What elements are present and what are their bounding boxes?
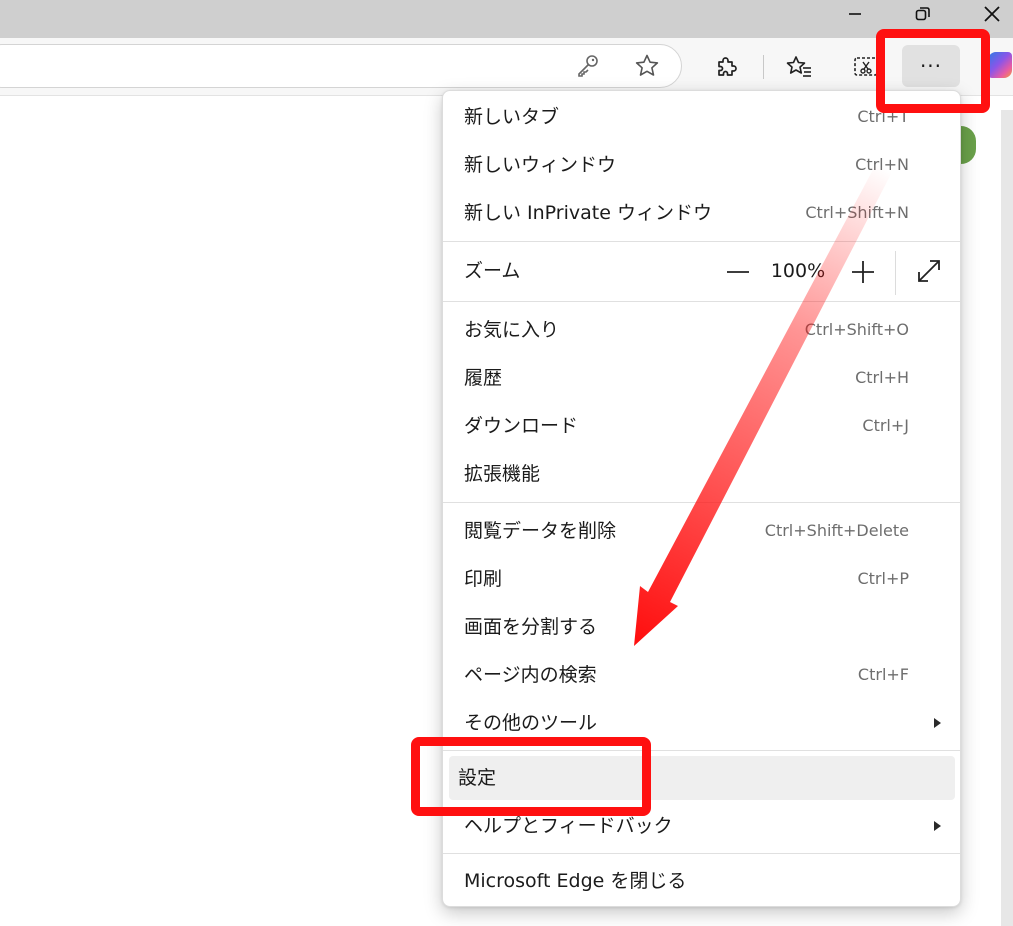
menu-divider bbox=[443, 502, 960, 503]
menu-divider bbox=[443, 241, 960, 242]
zoom-in-icon[interactable] bbox=[848, 256, 878, 286]
favorites-list-icon bbox=[786, 56, 811, 77]
menu-item-extensions[interactable]: 拡張機能 bbox=[449, 452, 955, 496]
menu-item-label: 拡張機能 bbox=[464, 463, 541, 485]
add-favorite-button[interactable] bbox=[627, 46, 667, 86]
zoom-level: 100% bbox=[770, 260, 826, 282]
fullscreen-icon[interactable] bbox=[915, 257, 943, 285]
menu-item-close-edge[interactable]: Microsoft Edge を閉じる bbox=[449, 859, 955, 903]
highlight-box-more-button bbox=[876, 29, 990, 113]
zoom-separator bbox=[895, 251, 896, 295]
menu-item-clear-browsing-data[interactable]: 閲覧データを削除 Ctrl+Shift+Delete bbox=[449, 509, 955, 553]
favorites-button[interactable] bbox=[779, 47, 819, 87]
menu-item-label: お気に入り bbox=[464, 319, 560, 341]
menu-item-zoom: ズーム bbox=[449, 249, 955, 293]
zoom-out-icon[interactable] bbox=[723, 253, 753, 283]
restore-icon bbox=[915, 7, 930, 21]
menu-item-print[interactable]: 印刷 Ctrl+P bbox=[449, 557, 955, 601]
menu-item-history[interactable]: 履歴 Ctrl+H bbox=[449, 356, 955, 400]
extensions-icon bbox=[718, 57, 737, 76]
menu-item-label: 新しいウィンドウ bbox=[464, 154, 617, 176]
zoom-label: ズーム bbox=[464, 260, 521, 282]
menu-item-label: ダウンロード bbox=[464, 415, 579, 437]
browser-toolbar bbox=[0, 38, 1013, 96]
toolbar-separator bbox=[763, 55, 764, 79]
menu-divider bbox=[443, 853, 960, 854]
menu-item-label: 画面を分割する bbox=[464, 616, 598, 638]
menu-item-shortcut: Ctrl+Shift+Delete bbox=[764, 521, 909, 540]
menu-item-shortcut: Ctrl+Shift+O bbox=[804, 320, 909, 339]
copilot-icon[interactable] bbox=[988, 52, 1012, 78]
scrollbar[interactable] bbox=[1001, 110, 1013, 926]
menu-item-label: ページ内の検索 bbox=[464, 664, 597, 686]
menu-item-split-screen[interactable]: 画面を分割する bbox=[449, 605, 955, 649]
menu-item-label: 閲覧データを削除 bbox=[464, 520, 617, 542]
password-key-button[interactable] bbox=[568, 46, 608, 86]
minimize-button[interactable] bbox=[832, 0, 878, 28]
menu-item-shortcut: Ctrl+F bbox=[857, 665, 909, 684]
menu-item-new-inprivate-window[interactable]: 新しい InPrivate ウィンドウ Ctrl+Shift+N bbox=[449, 191, 955, 235]
menu-item-downloads[interactable]: ダウンロード Ctrl+J bbox=[449, 404, 955, 448]
menu-item-shortcut: Ctrl+N bbox=[855, 155, 909, 174]
chevron-right-icon bbox=[934, 821, 941, 831]
chevron-right-icon bbox=[934, 718, 941, 728]
menu-item-find-on-page[interactable]: ページ内の検索 Ctrl+F bbox=[449, 653, 955, 697]
highlight-box-settings bbox=[411, 737, 651, 816]
menu-item-shortcut: Ctrl+Shift+N bbox=[805, 203, 909, 222]
extensions-button[interactable] bbox=[706, 47, 746, 87]
menu-item-label: 新しい InPrivate ウィンドウ bbox=[464, 202, 712, 224]
restore-button[interactable] bbox=[900, 0, 946, 28]
menu-item-label: 新しいタブ bbox=[464, 106, 560, 128]
key-icon bbox=[578, 55, 598, 77]
menu-item-favorites[interactable]: お気に入り Ctrl+Shift+O bbox=[449, 308, 955, 352]
menu-item-shortcut: Ctrl+H bbox=[855, 368, 909, 387]
favorite-star-icon bbox=[635, 54, 659, 76]
close-icon bbox=[984, 6, 1000, 22]
minimize-icon bbox=[849, 13, 861, 15]
menu-item-label: 履歴 bbox=[464, 367, 503, 389]
menu-item-shortcut: Ctrl+P bbox=[857, 569, 909, 588]
menu-item-label: Microsoft Edge を閉じる bbox=[464, 870, 687, 892]
title-bar bbox=[0, 0, 1013, 38]
menu-item-shortcut: Ctrl+J bbox=[862, 416, 909, 435]
close-window-button[interactable] bbox=[969, 0, 1013, 28]
menu-item-new-window[interactable]: 新しいウィンドウ Ctrl+N bbox=[449, 143, 955, 187]
menu-item-label: 印刷 bbox=[464, 568, 503, 590]
menu-divider bbox=[443, 301, 960, 302]
address-bar[interactable] bbox=[0, 44, 682, 88]
